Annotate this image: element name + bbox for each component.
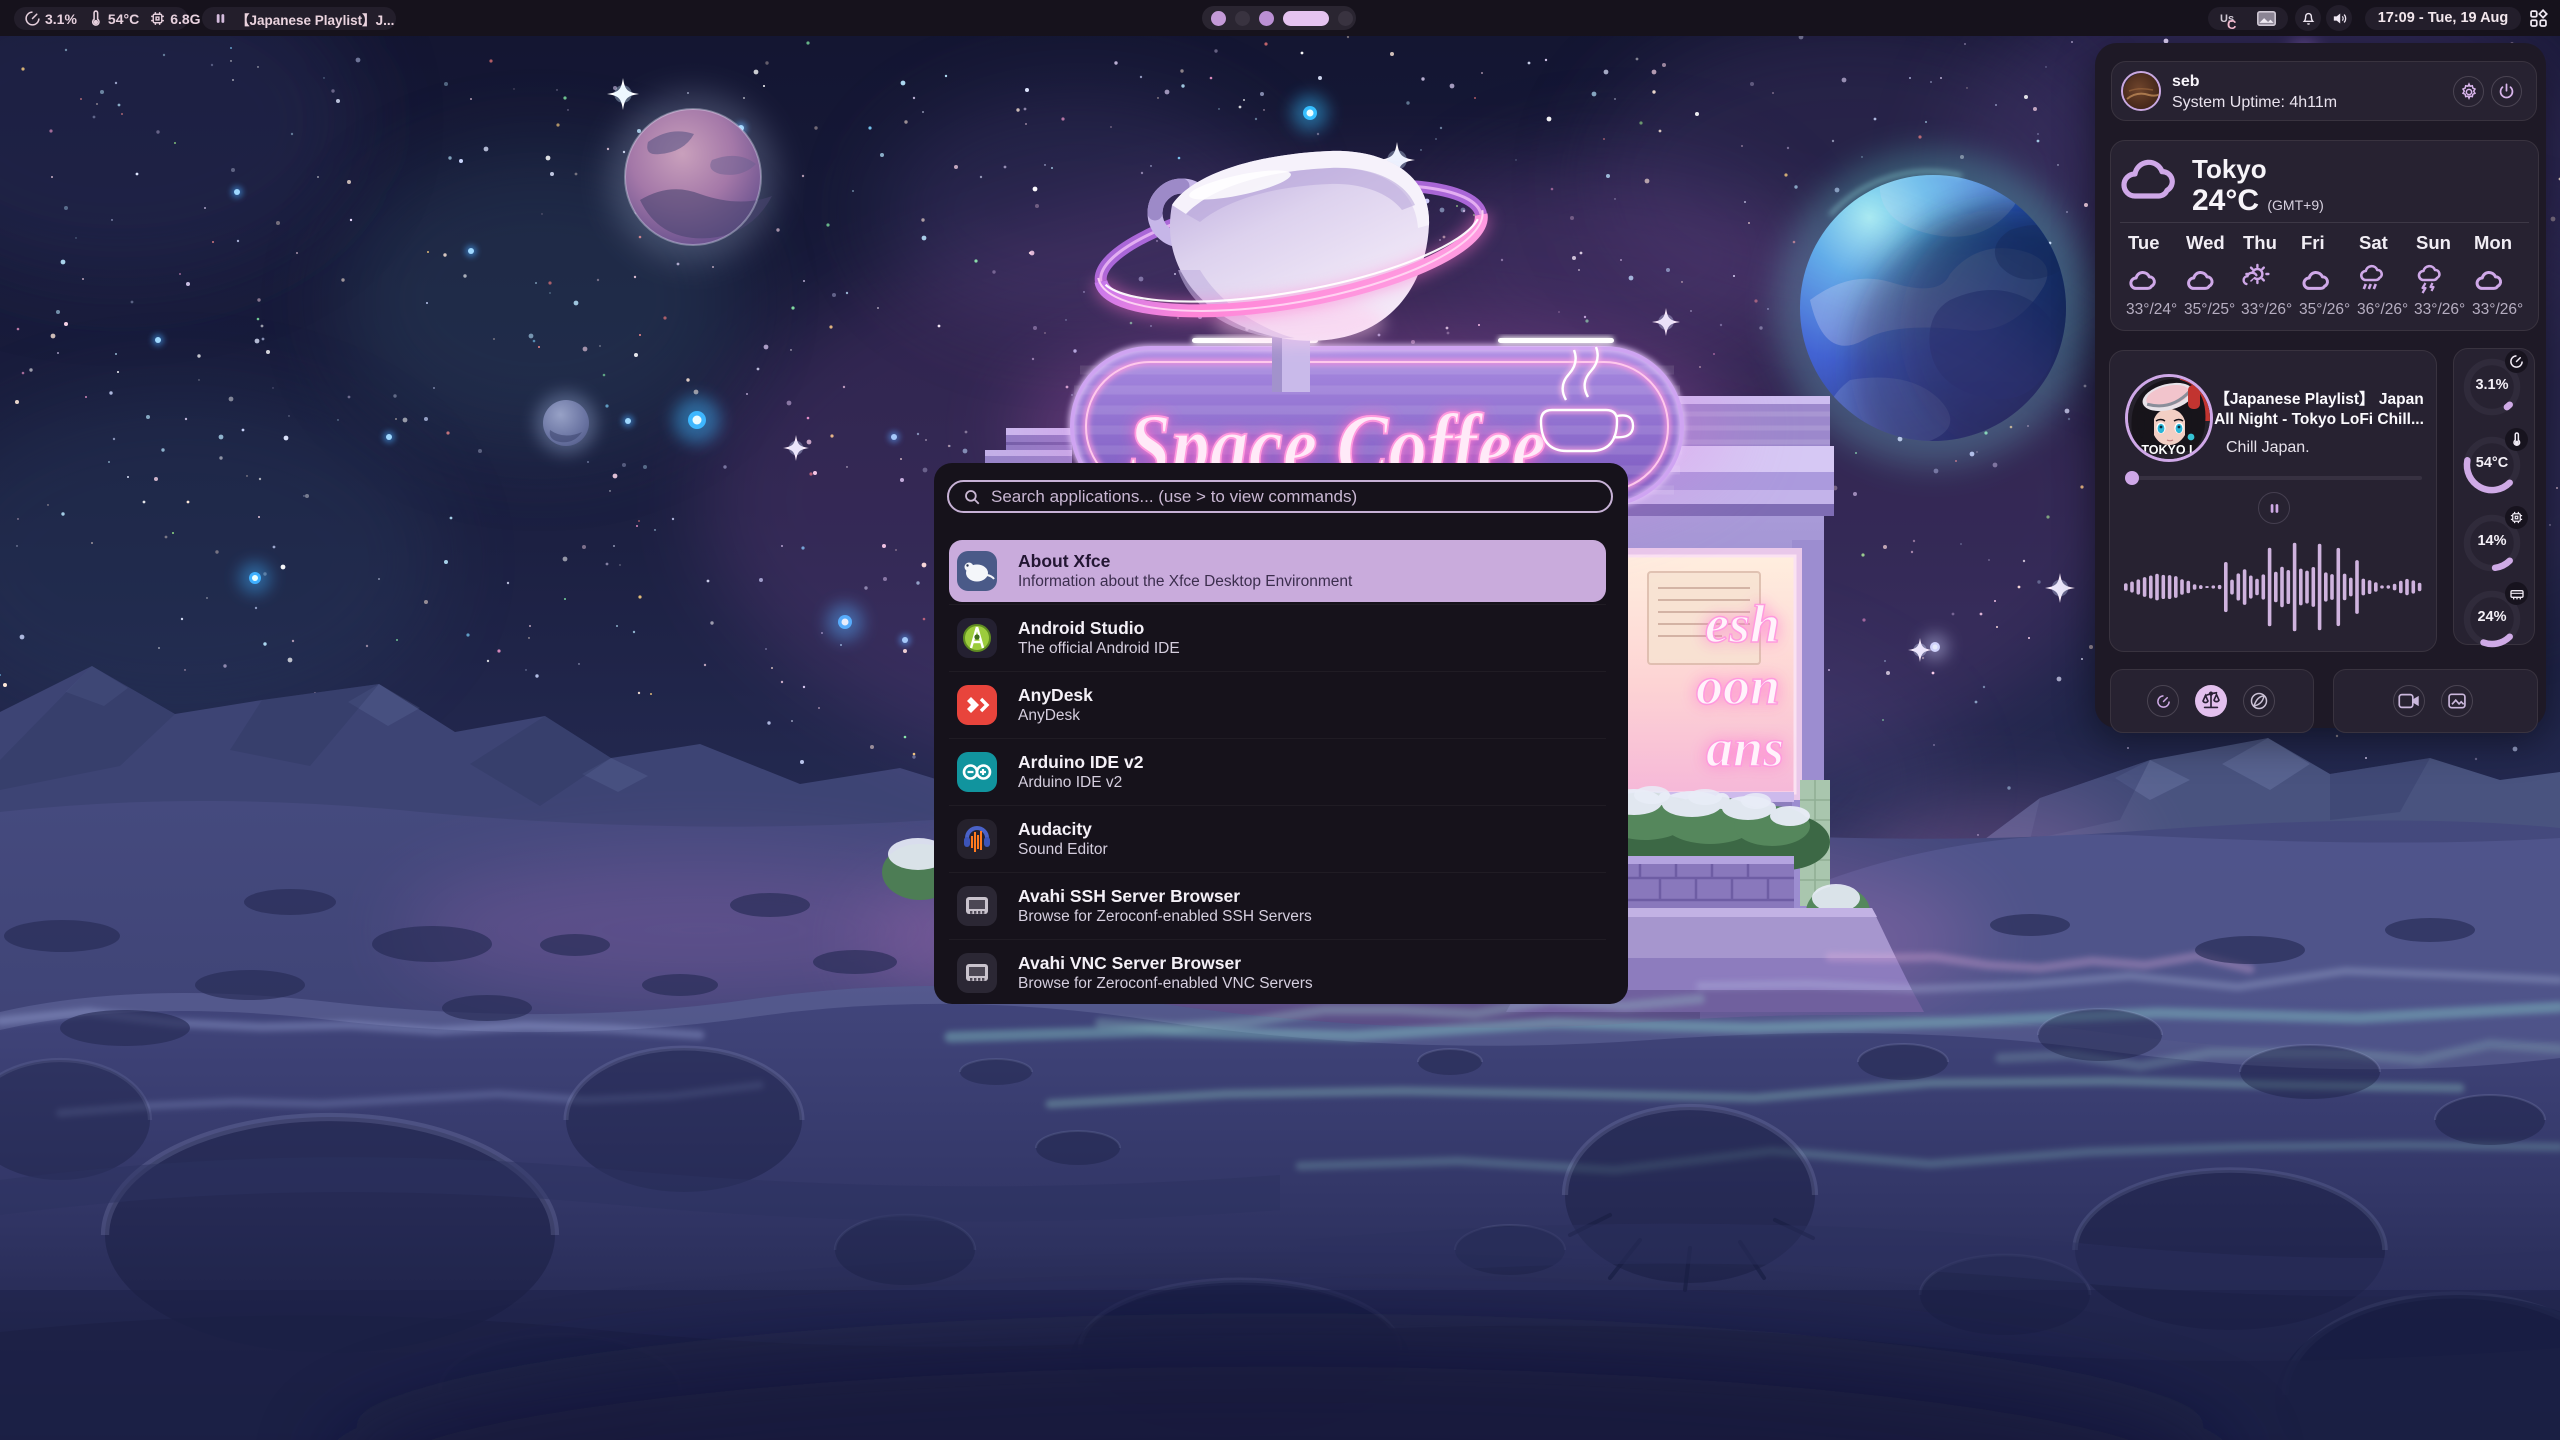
svg-text:TOKYO L: TOKYO L bbox=[2141, 443, 2197, 457]
svg-text:ans: ans bbox=[1706, 718, 1784, 778]
svg-text:oon: oon bbox=[1696, 656, 1780, 716]
svg-text:esh: esh bbox=[1705, 594, 1780, 654]
